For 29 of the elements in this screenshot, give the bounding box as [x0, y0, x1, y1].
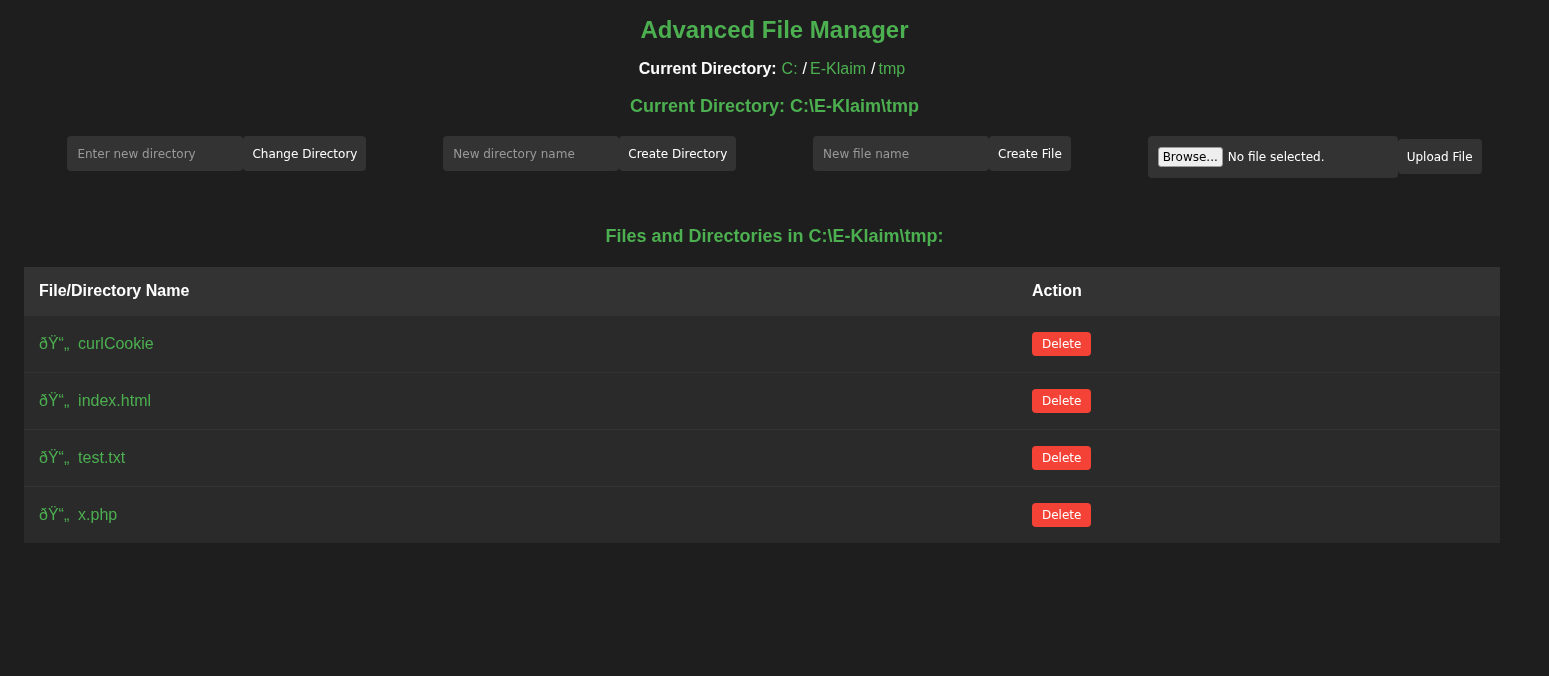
column-header: Action	[1017, 267, 1500, 316]
submit-button[interactable]: Change Directory	[243, 136, 367, 171]
browse-button[interactable]: Browse...	[1157, 147, 1223, 167]
input-field[interactable]: New directory name	[443, 136, 620, 171]
delete-button[interactable]: Delete	[1032, 503, 1092, 527]
file-status: No file selected.	[1227, 150, 1325, 164]
delete-button[interactable]: Delete	[1032, 446, 1092, 470]
input-field[interactable]: Enter new directory	[67, 136, 244, 171]
delete-button[interactable]: Delete	[1032, 332, 1092, 356]
page-title: Advanced File Manager	[639, 16, 910, 44]
current-directory-heading: Current Directory: C:\E-Klaim\tmp	[628, 96, 920, 117]
delete-button[interactable]: Delete	[1032, 389, 1092, 413]
breadcrumb-separator: /	[802, 60, 808, 77]
file-link[interactable]: ðŸ“„ x.php	[39, 506, 118, 523]
column-header: File/Directory Name	[24, 267, 1017, 316]
file-input[interactable]: Browse... No file selected.	[1147, 136, 1398, 178]
file-link[interactable]: ðŸ“„ index.html	[39, 392, 152, 409]
submit-button[interactable]: Upload File	[1397, 139, 1482, 174]
breadcrumb-link[interactable]: C:	[781, 60, 798, 77]
breadcrumb-separator: /	[871, 60, 876, 77]
input-field[interactable]: New file name	[813, 136, 990, 171]
breadcrumb-link[interactable]: E-Klaim	[810, 60, 867, 77]
file-link[interactable]: ðŸ“„ curlCookie	[39, 335, 154, 352]
submit-button[interactable]: Create Directory	[619, 136, 737, 171]
breadcrumb-label: Current Directory:	[638, 60, 777, 77]
listing-heading: Files and Directories in C:\E-Klaim\tmp:	[604, 226, 945, 247]
file-link[interactable]: ðŸ“„ test.txt	[39, 449, 126, 466]
breadcrumb-link[interactable]: tmp	[878, 60, 906, 77]
submit-button[interactable]: Create File	[989, 136, 1071, 171]
